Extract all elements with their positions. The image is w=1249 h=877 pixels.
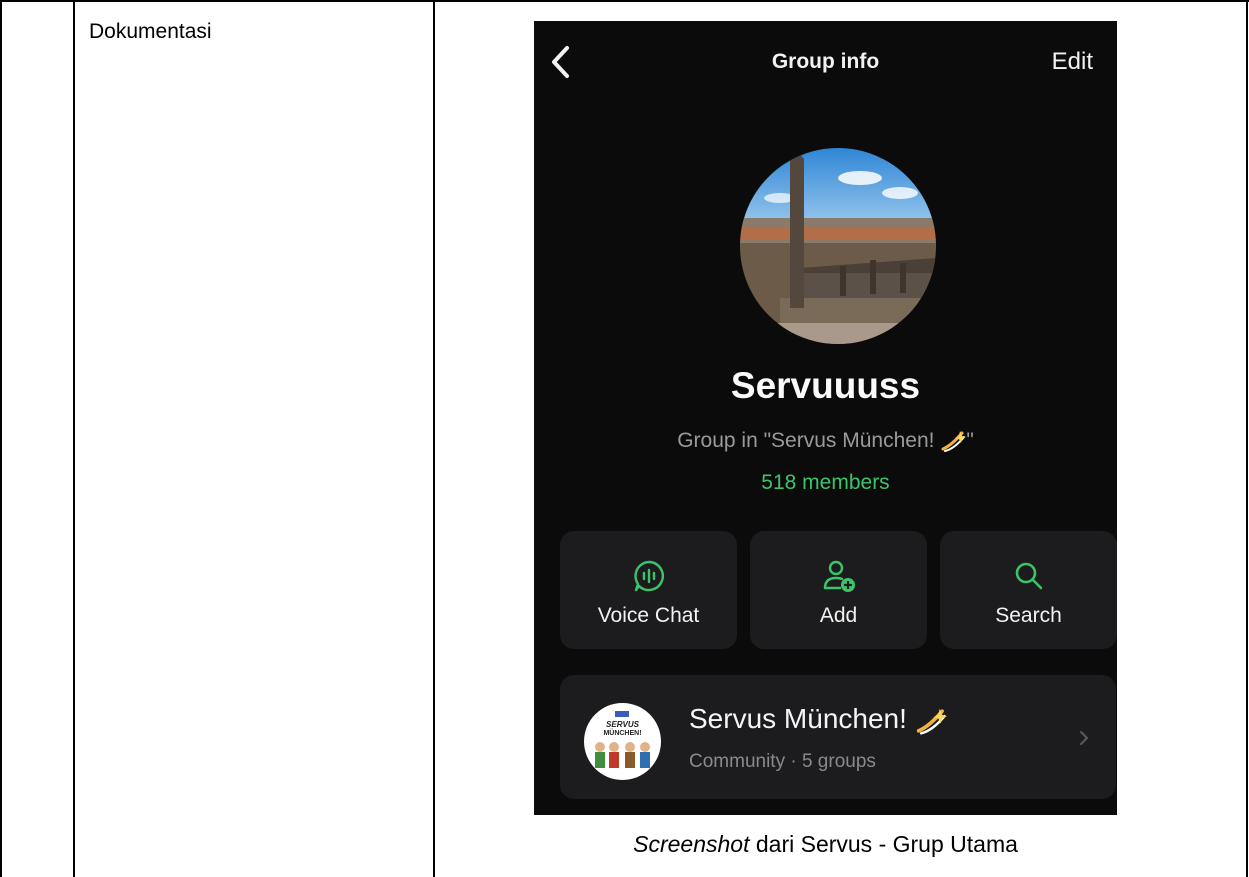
dizzy-emoji-icon bbox=[916, 708, 947, 735]
page-title: Group info bbox=[771, 50, 880, 73]
search-button[interactable]: Search bbox=[940, 531, 1117, 649]
dizzy-emoji-icon bbox=[941, 431, 967, 453]
group-subtitle: Group in "Servus München! " bbox=[534, 429, 1117, 453]
add-person-icon bbox=[823, 560, 855, 592]
table-border-col1 bbox=[73, 0, 75, 877]
add-label: Add bbox=[819, 604, 858, 627]
group-subtitle-end: " bbox=[966, 429, 974, 452]
table-border-col2 bbox=[433, 0, 435, 877]
community-avatar-text-1: SERVUS bbox=[606, 720, 640, 729]
screenshot-caption: Screenshot dari Servus - Grup Utama bbox=[534, 831, 1117, 858]
chevron-right-icon bbox=[1080, 731, 1089, 745]
community-subtitle: Community · 5 groups bbox=[689, 751, 876, 772]
table-border-top bbox=[0, 0, 1249, 2]
edit-button[interactable]: Edit bbox=[1052, 48, 1093, 76]
caption-rest: dari Servus - Grup Utama bbox=[749, 831, 1018, 857]
group-avatar[interactable] bbox=[740, 148, 936, 344]
caption-italic: Screenshot bbox=[633, 831, 750, 857]
search-label: Search bbox=[995, 604, 1062, 627]
voice-chat-label: Voice Chat bbox=[597, 604, 700, 627]
community-avatar: SERVUS MÜNCHEN! bbox=[584, 703, 661, 780]
add-button[interactable]: Add bbox=[750, 531, 927, 649]
cell-label-dokumentasi: Dokumentasi bbox=[89, 20, 212, 43]
table-border-right bbox=[1246, 0, 1248, 877]
voice-chat-button[interactable]: Voice Chat bbox=[560, 531, 737, 649]
members-count[interactable]: 518 members bbox=[534, 471, 1117, 495]
screenshot-group-info: Group info Edit Servuuuss Group in "Serv… bbox=[534, 21, 1117, 815]
community-avatar-text-2: MÜNCHEN! bbox=[603, 728, 641, 737]
table-border-left bbox=[0, 0, 2, 877]
group-subtitle-text: Group in "Servus München! bbox=[677, 429, 941, 452]
community-title: Servus München! bbox=[689, 703, 947, 736]
group-name: Servuuuss bbox=[730, 365, 921, 406]
community-title-text: Servus München! bbox=[689, 703, 915, 734]
community-row[interactable]: SERVUS MÜNCHEN! Servus München! Communit… bbox=[560, 675, 1116, 799]
voice-chat-icon bbox=[633, 560, 664, 592]
search-icon bbox=[1015, 562, 1042, 590]
